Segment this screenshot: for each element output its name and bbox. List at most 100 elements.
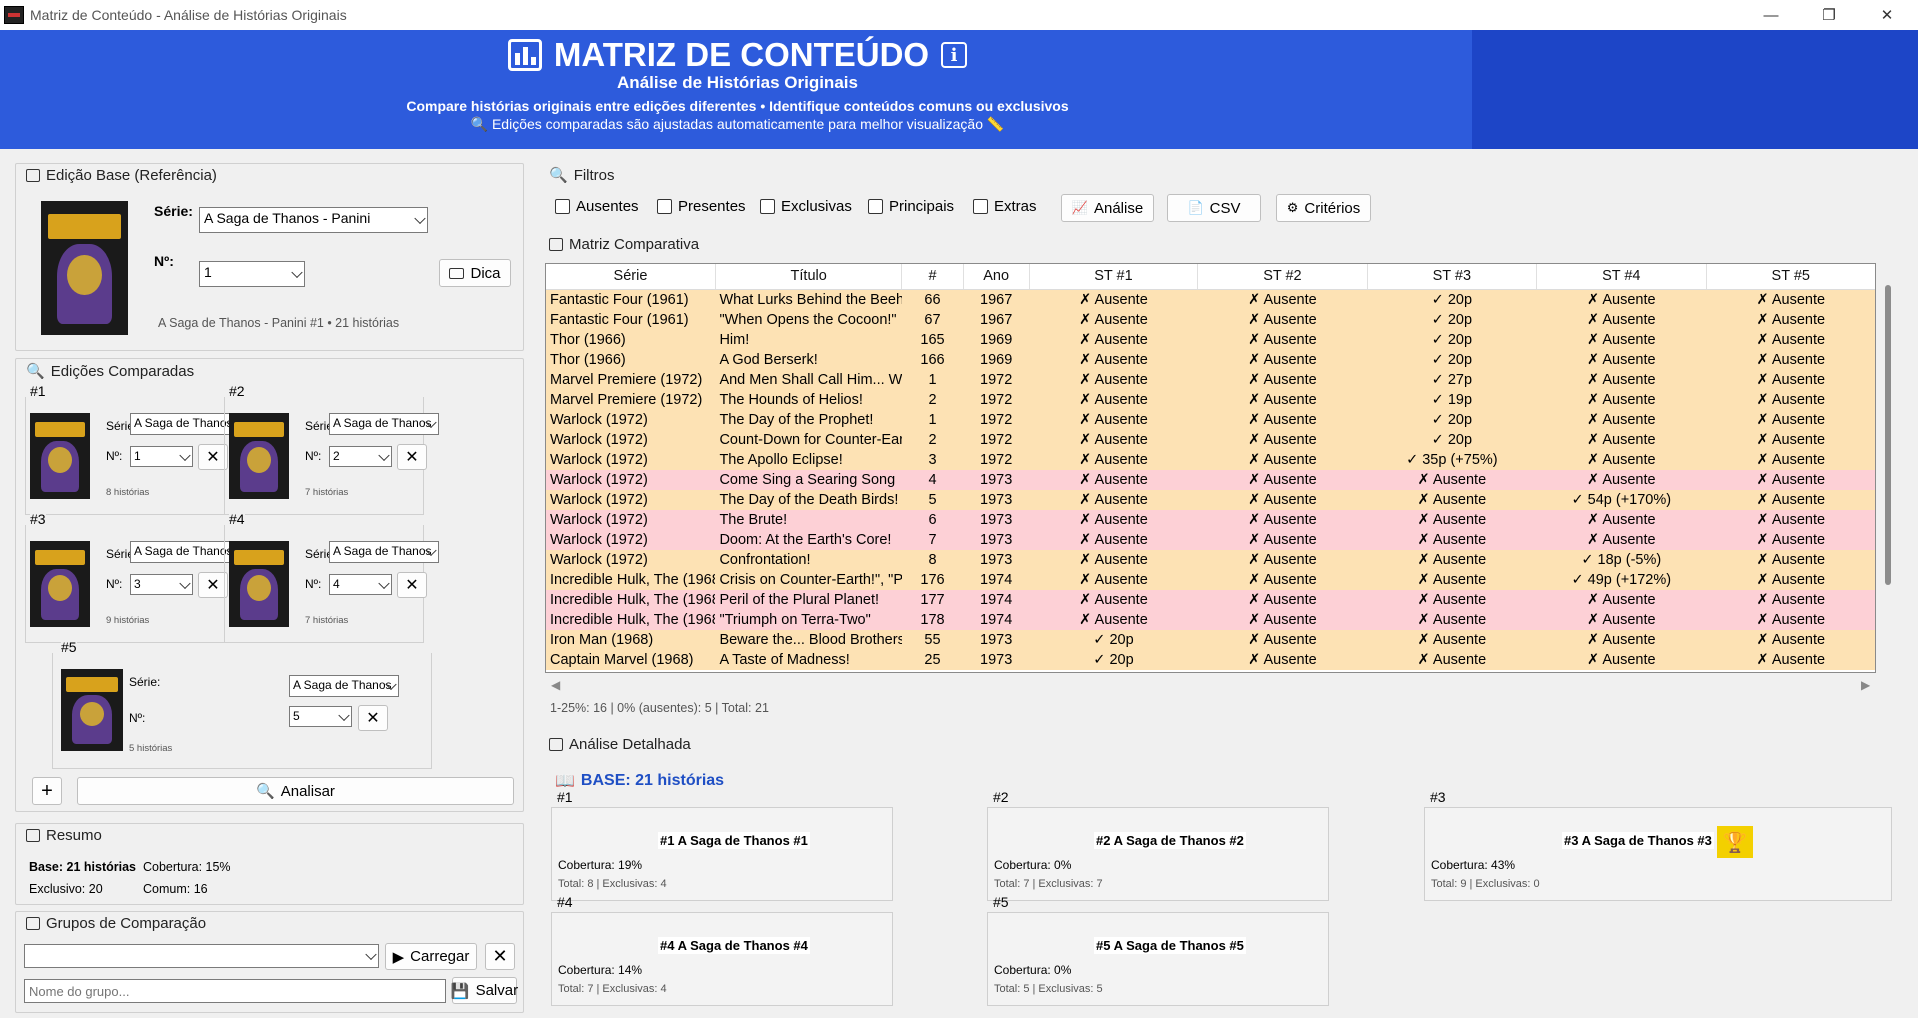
- table-row[interactable]: Warlock (1972) Come Sing a Searing Song 4 1…: [546, 469, 1875, 490]
- edition-serie-select[interactable]: A Saga de Thanos: [289, 675, 399, 697]
- table-row[interactable]: Warlock (1972) Doom: At the Earth's Core!…: [546, 529, 1875, 550]
- banner-title: MATRIZ DE CONTEÚDO: [553, 36, 930, 73]
- column-header[interactable]: ST #4: [1536, 264, 1707, 290]
- table-cell: 1967: [963, 309, 1030, 330]
- column-header[interactable]: ST #2: [1197, 264, 1368, 290]
- table-row[interactable]: Warlock (1972) Confrontation! 8 1973 ✗ Ausen…: [546, 549, 1875, 570]
- table-row[interactable]: Warlock (1972) The Apollo Eclipse! 3 1972 ✗ …: [546, 449, 1875, 470]
- filter-checkbox-exclusivas[interactable]: Exclusivas: [760, 198, 852, 215]
- edition-serie-select[interactable]: A Saga de Thanos: [329, 413, 439, 435]
- remove-edition-button[interactable]: ✕: [358, 705, 388, 731]
- table-row[interactable]: Thor (1966) Him! 165 1969 ✗ Ausente ✗ Ausente…: [546, 329, 1875, 350]
- info-icon[interactable]: i: [941, 42, 968, 68]
- remove-edition-button[interactable]: ✕: [397, 572, 427, 598]
- filter-checkbox-extras[interactable]: Extras: [973, 198, 1037, 215]
- filter-label: Presentes: [678, 198, 746, 215]
- filter-button-0[interactable]: 📈 Análise: [1061, 194, 1154, 222]
- filter-button-2[interactable]: ⚙ Critérios: [1276, 194, 1371, 222]
- table-cell: Come Sing a Searing Song: [715, 469, 902, 490]
- table-cell: ✗ Ausente: [1197, 309, 1368, 330]
- table-row[interactable]: Incredible Hulk, The (1968) "Triumph on T…: [546, 609, 1875, 630]
- table-cell: ✗ Ausente: [1536, 429, 1706, 450]
- column-header[interactable]: #: [901, 264, 964, 290]
- group-name-input[interactable]: [24, 979, 446, 1003]
- table-cell: Marvel Premiere (1972): [546, 369, 716, 390]
- column-header[interactable]: ST #3: [1367, 264, 1538, 290]
- dica-button[interactable]: Dica: [439, 259, 511, 287]
- analisar-button[interactable]: 🔍 Analisar: [77, 777, 514, 805]
- edition-num-select[interactable]: 4: [329, 574, 392, 595]
- banner-subtitle: Análise de Histórias Originais: [617, 73, 858, 92]
- add-edition-button[interactable]: +: [32, 777, 62, 805]
- analysis-card-title: #2 A Saga de Thanos #2: [1094, 832, 1246, 849]
- table-cell: 67: [901, 309, 964, 330]
- edition-num-select[interactable]: 2: [329, 446, 392, 467]
- edition-serie-select[interactable]: A Saga de Thanos: [329, 541, 439, 563]
- remove-edition-button[interactable]: ✕: [397, 444, 427, 470]
- groups-select[interactable]: [24, 944, 379, 968]
- table-cell: The Hounds of Helios!: [715, 389, 902, 410]
- table-row[interactable]: Fantastic Four (1961) "When Opens the Coc…: [546, 309, 1875, 330]
- matrix-vertical-scrollbar[interactable]: [1885, 285, 1891, 585]
- table-cell: ✗ Ausente: [1706, 289, 1875, 310]
- column-header[interactable]: ST #1: [1029, 264, 1199, 290]
- table-cell: ✗ Ausente: [1029, 569, 1198, 590]
- comparison-matrix[interactable]: Série Título # Ano ST #1 ST #2 ST #3 ST #4 ST #5…: [545, 263, 1876, 673]
- column-header[interactable]: ST #5: [1706, 264, 1875, 290]
- edition-count: 9 histórias: [106, 615, 150, 626]
- table-row[interactable]: Marvel Premiere (1972) And Men Shall Call…: [546, 369, 1875, 390]
- num-label: Nº:: [305, 449, 322, 463]
- table-row[interactable]: Warlock (1972) The Day of the Death Birds…: [546, 489, 1875, 510]
- scroll-right-arrow[interactable]: ▶: [1861, 678, 1870, 692]
- checkbox-box[interactable]: [657, 199, 672, 214]
- filter-checkbox-presentes[interactable]: Presentes: [657, 198, 746, 215]
- scroll-left-arrow[interactable]: ◀: [551, 678, 560, 692]
- table-row[interactable]: Warlock (1972) Count-Down for Counter-Ear…: [546, 429, 1875, 450]
- summary-panel: Resumo Base: 21 histórias Cobertura: 15%…: [15, 823, 524, 905]
- carregar-button[interactable]: ▶ Carregar: [385, 943, 477, 970]
- book-icon: [449, 267, 465, 279]
- table-row[interactable]: Captain Marvel (1968) A Taste of Madness!…: [546, 649, 1875, 670]
- table-row[interactable]: Marvel Premiere (1972) The Hounds of Heli…: [546, 389, 1875, 410]
- checkbox-box[interactable]: [760, 199, 775, 214]
- table-cell: ✓ 27p: [1367, 369, 1537, 390]
- filter-checkbox-principais[interactable]: Principais: [868, 198, 954, 215]
- table-row[interactable]: Thor (1966) A God Berserk! 166 1969 ✗ Ausent…: [546, 349, 1875, 370]
- table-cell: Incredible Hulk, The (1968): [546, 589, 716, 610]
- table-row[interactable]: Fantastic Four (1961) What Lurks Behind t…: [546, 289, 1875, 310]
- minimize-button[interactable]: —: [1748, 0, 1794, 30]
- checkbox-box[interactable]: [555, 199, 570, 214]
- checkbox-box[interactable]: [868, 199, 883, 214]
- table-cell: ✓ 20p: [1029, 649, 1198, 670]
- checkbox-box[interactable]: [973, 199, 988, 214]
- table-row[interactable]: Incredible Hulk, The (1968) Crisis on Cou…: [546, 569, 1875, 590]
- table-cell: 1: [901, 409, 964, 430]
- column-header[interactable]: Ano: [963, 264, 1030, 290]
- table-row[interactable]: Incredible Hulk, The (1968) Peril of the …: [546, 589, 1875, 610]
- table-cell: ✗ Ausente: [1197, 389, 1368, 410]
- edition-num-select[interactable]: 5: [289, 706, 352, 727]
- table-row[interactable]: Warlock (1972) The Day of the Prophet! 1 19…: [546, 409, 1875, 430]
- salvar-button[interactable]: 💾 Salvar: [451, 977, 518, 1004]
- base-serie-select[interactable]: A Saga de Thanos - Panini: [199, 207, 428, 233]
- maximize-button[interactable]: ❐: [1806, 0, 1852, 30]
- close-button[interactable]: ✕: [1864, 0, 1910, 30]
- column-header[interactable]: Série: [546, 264, 716, 290]
- analisar-label: Analisar: [280, 782, 335, 800]
- filter-button-1[interactable]: 📄 CSV: [1167, 194, 1261, 222]
- table-cell: ✗ Ausente: [1536, 609, 1706, 630]
- table-cell: 1973: [963, 469, 1030, 490]
- table-row[interactable]: Warlock (1972) The Brute! 6 1973 ✗ Ausente ✗ …: [546, 509, 1875, 530]
- table-cell: ✗ Ausente: [1536, 629, 1706, 650]
- base-num-select[interactable]: 1: [199, 261, 305, 287]
- table-cell: ✗ Ausente: [1197, 609, 1368, 630]
- matrix-status: 1-25%: 16 | 0% (ausentes): 5 | Total: 21: [550, 701, 769, 715]
- edition-num-select[interactable]: 1: [130, 446, 193, 467]
- edition-num-select[interactable]: 3: [130, 574, 193, 595]
- filter-checkbox-ausentes[interactable]: Ausentes: [555, 198, 639, 215]
- table-cell: ✗ Ausente: [1536, 449, 1706, 470]
- column-header[interactable]: Título: [715, 264, 903, 290]
- table-row[interactable]: Iron Man (1968) Beware the... Blood Broth…: [546, 629, 1875, 650]
- clear-group-button[interactable]: ✕: [485, 943, 515, 970]
- table-cell: ✗ Ausente: [1536, 309, 1706, 330]
